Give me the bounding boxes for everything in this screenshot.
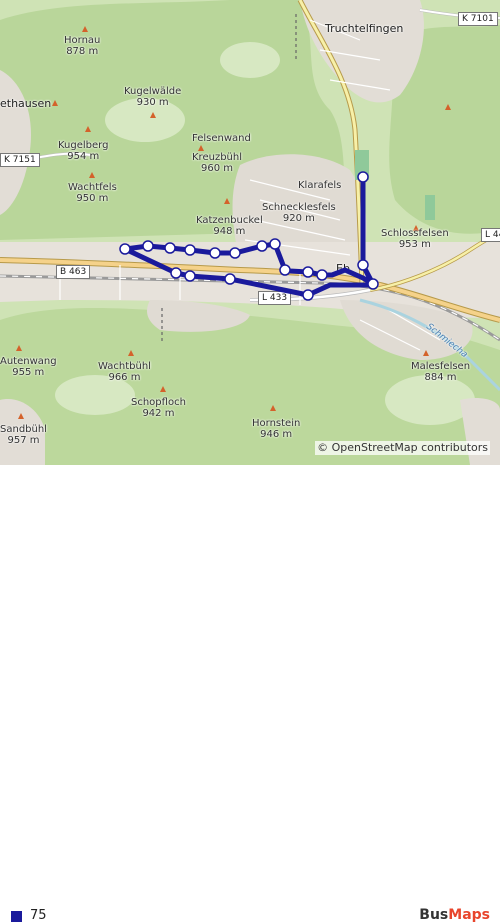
bus-stop[interactable]	[279, 264, 291, 276]
bus-stop[interactable]	[119, 243, 131, 255]
bus-stop[interactable]	[164, 242, 176, 254]
bus-stop[interactable]	[357, 171, 369, 183]
map-attribution[interactable]: © OpenStreetMap contributors	[315, 441, 490, 455]
bus-stop[interactable]	[269, 238, 281, 250]
bus-stop[interactable]	[184, 244, 196, 256]
route-color-swatch	[11, 911, 22, 922]
route-line-label: 75	[30, 908, 47, 923]
bus-stop[interactable]	[357, 259, 369, 271]
bus-route-overlay	[119, 171, 379, 301]
bus-stop[interactable]	[316, 269, 328, 281]
bus-stop[interactable]	[256, 240, 268, 252]
bus-stop[interactable]	[302, 266, 314, 278]
bus-route-75-line	[122, 174, 376, 298]
legend-footer: 75 BusMaps	[0, 465, 500, 923]
bus-stop[interactable]	[229, 247, 241, 259]
bus-stop[interactable]	[170, 267, 182, 279]
brand-part-2: Maps	[448, 907, 490, 923]
map-view[interactable]: K 7101 K 7151 B 463 L 433 L 44 Hornau878…	[0, 0, 500, 465]
bus-stop[interactable]	[302, 289, 314, 301]
bus-stop[interactable]	[184, 270, 196, 282]
bus-stop[interactable]	[142, 240, 154, 252]
busmaps-logo[interactable]: BusMaps	[419, 907, 490, 923]
bus-stop[interactable]	[209, 247, 221, 259]
bus-stop[interactable]	[224, 273, 236, 285]
bus-stop[interactable]	[367, 278, 379, 290]
brand-part-1: Bus	[419, 907, 449, 923]
